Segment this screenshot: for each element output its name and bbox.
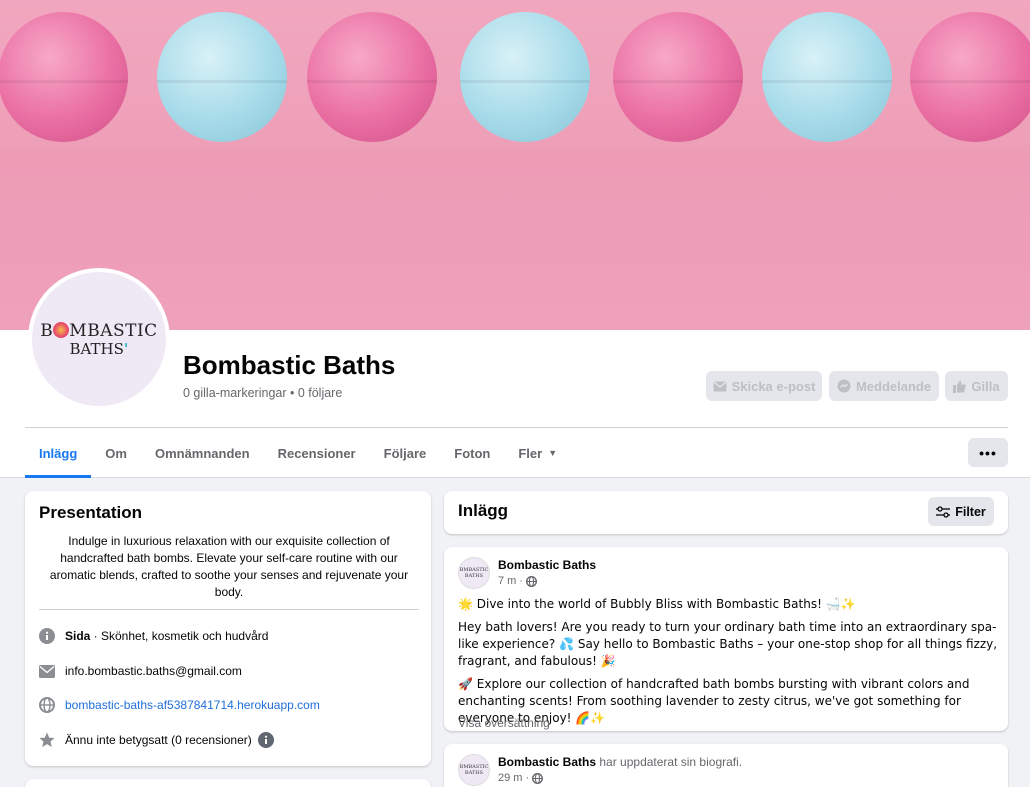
intro-divider <box>39 609 419 610</box>
post-author-avatar[interactable]: BMBASTIC BATHS <box>458 557 490 589</box>
bath-bomb-blue <box>157 12 287 142</box>
category-value: · Skönhet, kosmetik och hudvård <box>90 629 269 643</box>
bath-bomb-pink <box>910 12 1030 142</box>
intro-bio: Indulge in luxurious relaxation with our… <box>49 534 409 599</box>
posts-title: Inlägg <box>458 501 509 520</box>
logo-text-bottom: BATHS' <box>69 339 129 358</box>
envelope-icon <box>713 380 727 391</box>
post-author[interactable]: Bombastic Baths <box>498 558 596 572</box>
post-author-avatar[interactable]: BMBASTIC BATHS <box>458 754 490 786</box>
intro-category-row: Sida · Skönhet, kosmetik och hudvård <box>39 628 268 644</box>
tab-reviews[interactable]: Recensioner <box>264 428 370 478</box>
thumbs-up-icon <box>953 380 967 393</box>
flower-icon <box>53 321 70 338</box>
post-author[interactable]: Bombastic Baths har uppdaterat sin biogr… <box>498 755 742 769</box>
message-button[interactable]: Meddelande <box>829 371 939 401</box>
rating-text: Ännu inte betygsatt (0 recensioner) <box>65 733 252 747</box>
website-link[interactable]: bombastic-baths-af5387841714.herokuapp.c… <box>65 698 320 712</box>
sliders-icon <box>936 505 951 518</box>
tab-more[interactable]: Fler ▼ <box>504 428 571 478</box>
info-tooltip-icon[interactable] <box>257 732 274 748</box>
post-paragraph: Hey bath lovers! Are you ready to turn y… <box>458 620 998 668</box>
star-icon <box>39 732 55 748</box>
profile-avatar[interactable]: B MBASTIC BATHS' <box>28 268 170 410</box>
bath-bomb-pink <box>613 12 743 142</box>
globe-icon <box>532 772 544 784</box>
logo: B MBASTIC BATHS' <box>32 272 166 406</box>
tab-about[interactable]: Om <box>91 428 141 478</box>
tab-posts[interactable]: Inlägg <box>25 428 92 478</box>
intro-rating-row: Ännu inte betygsatt (0 recensioner) <box>39 732 274 748</box>
page-stats: 0 gilla-markeringar • 0 följare <box>183 386 343 400</box>
bath-bomb-blue <box>762 12 892 142</box>
post-card: BMBASTIC BATHS Bombastic Baths har uppdat… <box>444 744 1008 787</box>
logo-text-top: B MBASTIC <box>40 320 158 341</box>
post-timestamp[interactable]: 7 m · <box>498 575 538 587</box>
email-text: info.bombastic.baths@gmail.com <box>65 664 242 678</box>
bath-bomb-pink <box>0 12 128 142</box>
caret-down-icon: ▼ <box>548 448 558 458</box>
messenger-icon <box>837 379 851 393</box>
category-type: Sida <box>65 629 91 643</box>
intro-email-row: info.bombastic.baths@gmail.com <box>39 663 242 679</box>
cover-photo[interactable] <box>0 0 1030 330</box>
intro-title: Presentation <box>39 503 142 522</box>
page-title: Bombastic Baths <box>183 350 396 380</box>
tab-more-label: Fler <box>518 445 543 461</box>
see-translation-link[interactable]: Visa översättning <box>458 716 550 730</box>
tab-photos[interactable]: Foton <box>440 428 504 478</box>
like-button[interactable]: Gilla <box>945 371 1008 401</box>
info-icon <box>39 628 55 644</box>
photos-card <box>25 779 431 787</box>
profile-tabs: Inlägg Om Omnämnanden Recensioner Följar… <box>25 428 571 478</box>
post-paragraph: 🌟 Dive into the world of Bubbly Bliss wi… <box>458 597 856 611</box>
intro-website-row: bombastic-baths-af5387841714.herokuapp.c… <box>39 697 320 713</box>
globe-icon <box>39 697 55 713</box>
post-avatar-logo: BMBASTIC BATHS <box>459 764 489 776</box>
post-body: 🌟 Dive into the world of Bubbly Bliss wi… <box>458 596 998 733</box>
bath-bomb-pink <box>307 12 437 142</box>
globe-icon <box>526 575 538 587</box>
posts-header-card: Inlägg Filter <box>444 491 1008 534</box>
send-email-button[interactable]: Skicka e-post <box>706 371 822 401</box>
post-card: BMBASTIC BATHS Bombastic Baths 7 m · 🌟 Di… <box>444 547 1008 731</box>
tab-mentions[interactable]: Omnämnanden <box>141 428 264 478</box>
envelope-icon <box>39 663 55 679</box>
filter-button[interactable]: Filter <box>928 497 994 526</box>
bath-bomb-blue <box>460 12 590 142</box>
intro-card: Presentation Indulge in luxurious relaxa… <box>25 491 431 766</box>
post-timestamp[interactable]: 29 m · <box>498 772 544 784</box>
more-options-button[interactable]: ••• <box>968 438 1008 467</box>
tab-followers[interactable]: Följare <box>370 428 441 478</box>
post-avatar-logo: BMBASTIC BATHS <box>459 567 489 579</box>
